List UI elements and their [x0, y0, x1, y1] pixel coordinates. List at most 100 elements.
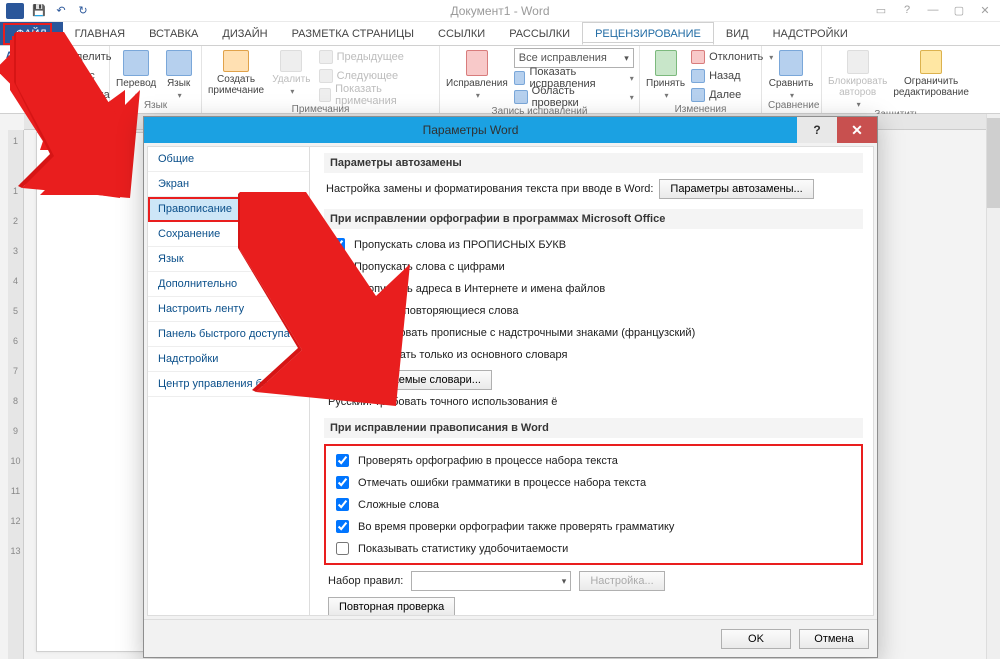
translate-button[interactable]: Перевод▾	[116, 48, 156, 100]
office-check-row[interactable]: Пропускать слова с цифрами	[328, 257, 863, 276]
office-check-checkbox[interactable]	[332, 238, 345, 251]
dialog-close-button[interactable]: ✕	[837, 117, 877, 143]
thesaurus-button[interactable]: Тезаурус	[32, 67, 112, 85]
ruleset-label: Набор правил:	[328, 575, 403, 587]
word-check-row[interactable]: Проверять орфографию в процессе набора т…	[332, 451, 859, 470]
cancel-button[interactable]: Отмена	[799, 629, 869, 649]
comment-icon	[223, 50, 249, 72]
restrict-editing-button[interactable]: Ограничить редактирование	[893, 48, 969, 98]
office-check-checkbox[interactable]	[332, 348, 345, 361]
tab-home[interactable]: ГЛАВНАЯ	[63, 22, 137, 45]
office-check-checkbox[interactable]	[332, 326, 345, 339]
dialog-titlebar[interactable]: Параметры Word ? ✕	[144, 117, 877, 143]
tab-view[interactable]: ВИД	[714, 22, 761, 45]
group-label: Язык	[116, 100, 195, 113]
section-word-title: При исправлении правописания в Word	[324, 418, 863, 438]
office-check-row[interactable]: …мечать повторяющиеся слова	[328, 301, 863, 320]
qat-undo-icon[interactable]: ↶	[52, 2, 70, 20]
book-icon	[32, 50, 46, 64]
ribbon: ABC Определить Тезаурус ABC123Статистика…	[0, 46, 1000, 114]
tab-review[interactable]: РЕЦЕНЗИРОВАНИЕ	[582, 22, 714, 45]
autocorrect-options-button[interactable]: Параметры автозамены...	[659, 179, 813, 199]
accept-button[interactable]: Принять▾	[646, 48, 685, 100]
word-check-checkbox[interactable]	[336, 498, 349, 511]
office-check-checkbox[interactable]	[332, 304, 345, 317]
window-title: Документ1 - Word	[450, 4, 549, 18]
category-display[interactable]: Экран	[148, 172, 309, 197]
office-check-row[interactable]: Пропускать слова из ПРОПИСНЫХ БУКВ	[328, 235, 863, 254]
word-check-row[interactable]: Отмечать ошибки грамматики в процессе на…	[332, 473, 859, 492]
word-check-row[interactable]: Во время проверки орфографии также прове…	[332, 517, 859, 536]
display-mode-select[interactable]: Все исправления▾	[514, 48, 634, 68]
language-button[interactable]: Язык▾	[162, 48, 195, 100]
recheck-button[interactable]: Повторная проверка	[328, 597, 455, 615]
maximize-icon[interactable]: ▢	[952, 4, 966, 17]
next-change-button[interactable]: Далее	[691, 86, 773, 104]
vertical-scrollbar[interactable]	[986, 114, 1000, 659]
office-check-row[interactable]: Пропускать адреса в Интернете и имена фа…	[328, 279, 863, 298]
prev-comment-button[interactable]: Предыдущее	[319, 48, 433, 66]
minimize-icon[interactable]: —	[926, 4, 940, 17]
tab-insert[interactable]: ВСТАВКА	[137, 22, 210, 45]
category-trust-center[interactable]: Центр управления безоп…	[148, 372, 309, 397]
office-check-label: Пропускать слова с цифрами	[354, 261, 505, 273]
page[interactable]	[36, 132, 156, 652]
wordcount-button[interactable]: ABC123Статистика	[32, 86, 112, 104]
category-language[interactable]: Язык	[148, 247, 309, 272]
ribbon-options-icon[interactable]: ▭	[874, 4, 888, 17]
reject-button[interactable]: Отклонить▾	[691, 48, 773, 66]
tab-references[interactable]: ССЫЛКИ	[426, 22, 497, 45]
office-check-row[interactable]: …редлагать только из основного словаря	[328, 345, 863, 364]
category-proofing[interactable]: Правописание	[148, 197, 309, 222]
spelling-button[interactable]: ABC	[6, 48, 26, 70]
office-check-checkbox[interactable]	[332, 282, 345, 295]
category-qat[interactable]: Панель быстрого доступа	[148, 322, 309, 347]
options-dialog: Параметры Word ? ✕ Общие Экран Правописа…	[143, 116, 878, 658]
ruleset-settings-button[interactable]: Настройка...	[579, 571, 664, 591]
office-check-row[interactable]: …спользовать прописные с надстрочными зн…	[328, 323, 863, 342]
close-icon[interactable]: ✕	[978, 4, 992, 17]
word-check-label: Во время проверки орфографии также прове…	[358, 521, 674, 533]
office-check-checkbox[interactable]	[332, 260, 345, 273]
vertical-ruler[interactable]: 112345678910111213	[8, 130, 24, 659]
category-general[interactable]: Общие	[148, 147, 309, 172]
block-authors-button[interactable]: Блокировать авторов▾	[828, 48, 887, 109]
next-icon	[691, 88, 705, 102]
word-check-checkbox[interactable]	[336, 476, 349, 489]
list-icon	[319, 88, 332, 102]
quick-access-toolbar: 💾 ↶ ↻ Документ1 - Word ▭ ? — ▢ ✕	[0, 0, 1000, 22]
qat-save-icon[interactable]: 💾	[30, 2, 48, 20]
reviewing-pane-button[interactable]: Область проверки▾	[514, 88, 634, 106]
tab-addins[interactable]: НАДСТРОЙКИ	[761, 22, 860, 45]
tab-mailings[interactable]: РАССЫЛКИ	[497, 22, 582, 45]
lock-icon	[920, 50, 942, 74]
new-comment-button[interactable]: Создать примечание	[208, 48, 264, 96]
word-check-row[interactable]: Сложные слова	[332, 495, 859, 514]
category-addins[interactable]: Надстройки	[148, 347, 309, 372]
delete-comment-button[interactable]: Удалить▾	[270, 48, 312, 96]
category-customize-ribbon[interactable]: Настроить ленту	[148, 297, 309, 322]
qat-redo-icon[interactable]: ↻	[74, 2, 92, 20]
word-check-row[interactable]: Показывать статистику удобочитаемости	[332, 539, 859, 558]
help-icon[interactable]: ?	[900, 4, 914, 17]
tab-design[interactable]: ДИЗАЙН	[210, 22, 279, 45]
tab-file[interactable]: ФАЙЛ	[0, 22, 63, 45]
word-check-label: Показывать статистику удобочитаемости	[358, 543, 568, 555]
dialog-help-button[interactable]: ?	[797, 117, 837, 143]
track-changes-button[interactable]: Исправления▾	[446, 48, 508, 100]
word-check-checkbox[interactable]	[336, 520, 349, 533]
tab-layout[interactable]: РАЗМЕТКА СТРАНИЦЫ	[280, 22, 426, 45]
ruleset-select[interactable]: ▾	[411, 571, 571, 591]
prev-icon	[691, 69, 705, 83]
ok-button[interactable]: OK	[721, 629, 791, 649]
category-save[interactable]: Сохранение	[148, 222, 309, 247]
category-advanced[interactable]: Дополнительно	[148, 272, 309, 297]
custom-dictionaries-button[interactable]: …страиваемые словари...	[336, 370, 492, 390]
compare-button[interactable]: Сравнить▾	[768, 48, 814, 100]
define-button[interactable]: Определить	[32, 48, 112, 66]
word-check-checkbox[interactable]	[336, 542, 349, 555]
word-check-checkbox[interactable]	[336, 454, 349, 467]
prev-change-button[interactable]: Назад	[691, 67, 773, 85]
show-comments-button[interactable]: Показать примечания	[319, 86, 433, 104]
window-controls: ▭ ? — ▢ ✕	[874, 4, 1000, 17]
